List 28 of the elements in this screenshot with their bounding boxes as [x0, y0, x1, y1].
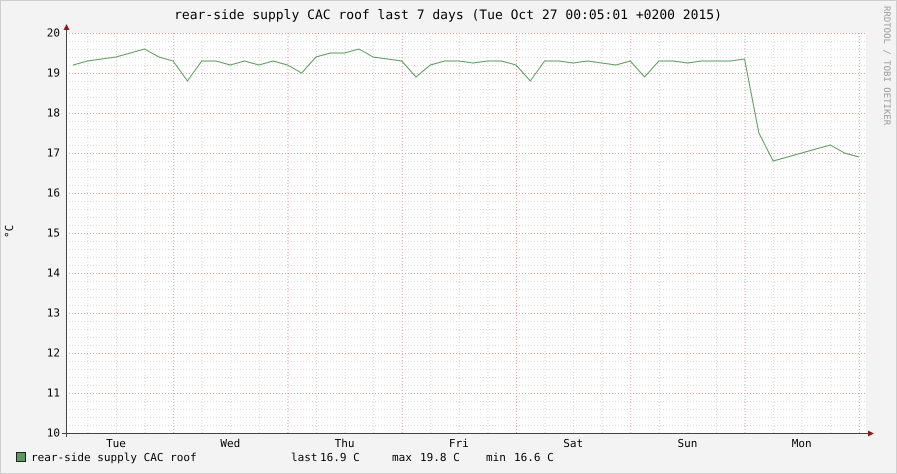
- y-tick-label: 15: [46, 226, 60, 240]
- y-tick-label: 17: [46, 146, 60, 160]
- stat-label: min: [486, 451, 506, 464]
- y-tick-label: 18: [46, 106, 60, 120]
- y-tick-label: 11: [46, 386, 60, 400]
- credit-text: RRDTOOL / TOBI OETIKER: [881, 6, 891, 126]
- x-tick-label: Fri: [448, 437, 469, 450]
- x-tick-label: Sat: [563, 437, 584, 450]
- stat-value: 16.9 C: [320, 451, 360, 464]
- y-tick-label: 16: [46, 186, 60, 200]
- y-tick-label: 14: [46, 266, 60, 280]
- stat-label: max: [392, 451, 412, 464]
- stat-value: 19.8 C: [420, 451, 460, 464]
- y-tick-label: 12: [46, 346, 60, 360]
- legend-label: rear-side supply CAC roof: [31, 451, 197, 464]
- y-tick-label: 13: [46, 306, 60, 320]
- stat-value: 16.6 C: [514, 451, 554, 464]
- y-tick-label: 19: [46, 66, 60, 80]
- y-axis-label: °C: [3, 224, 16, 238]
- x-tick-label: Mon: [792, 437, 812, 450]
- stat-label: last: [291, 451, 318, 464]
- y-tick-label: 10: [46, 426, 60, 440]
- chart-title: rear-side supply CAC roof last 7 days (Tue Oct 27 00:05:01 +0200 2015): [174, 8, 722, 23]
- x-tick-label: Wed: [220, 437, 240, 450]
- x-tick-label: Tue: [106, 437, 126, 450]
- x-tick-label: Sun: [678, 437, 698, 450]
- y-tick-label: 20: [46, 26, 60, 40]
- x-tick-label: Thu: [334, 437, 354, 450]
